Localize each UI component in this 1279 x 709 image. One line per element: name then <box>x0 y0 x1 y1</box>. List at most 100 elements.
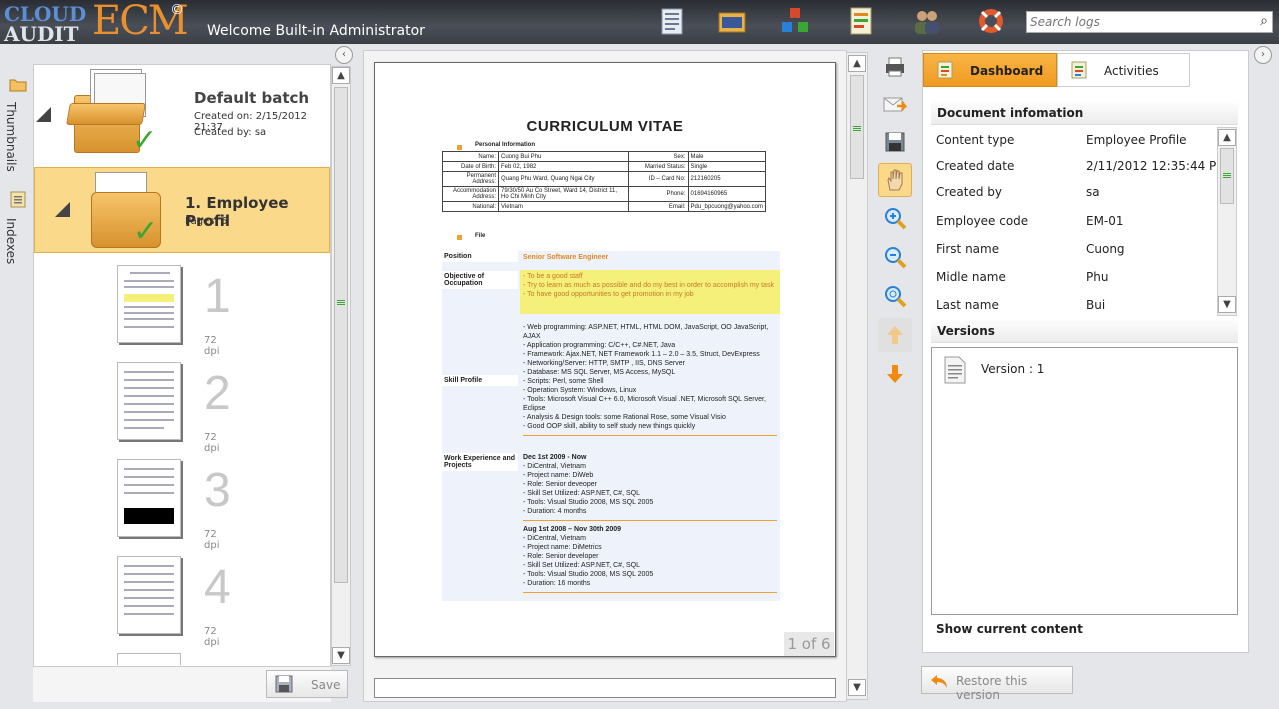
expand-triangle-icon[interactable] <box>55 202 70 217</box>
zoom-out-icon[interactable] <box>878 240 912 274</box>
previous-page-arrow-icon[interactable] <box>878 318 912 352</box>
save-disk-icon[interactable] <box>878 125 912 159</box>
print-icon[interactable] <box>878 50 912 84</box>
scroll-down-icon[interactable]: ▼ <box>1218 296 1236 313</box>
page-number: 3 <box>204 464 231 517</box>
restore-version-button[interactable]: Restore this version <box>921 666 1073 702</box>
thumbnail-image[interactable] <box>117 362 181 440</box>
cv-skills: - Web programming: ASP.NET, HTML, HTML D… <box>520 321 780 442</box>
cv-line: - Scripts: Perl, some Shell <box>523 378 604 385</box>
prop-label: First name <box>936 242 1000 256</box>
batch-item[interactable]: ✓ Default batch Created on: 2/15/2012 21… <box>34 65 330 167</box>
cv-line: - Tools: Microsoft Visual C++ 6.0, Micro… <box>523 396 766 412</box>
next-page-edge <box>374 678 836 698</box>
batch-title: Default batch <box>194 89 310 107</box>
scroll-down-icon[interactable]: ▼ <box>332 647 350 664</box>
prop-value: sa <box>1086 185 1100 199</box>
cv-line: - Application programming: C/C++, C#.NET… <box>523 342 676 349</box>
cv-skill-label: Skill Profile <box>442 375 518 386</box>
cv-work: Dec 1st 2009 - Now - DiCentral, Vietnam … <box>520 451 780 599</box>
search-icon[interactable]: ⌕ <box>1260 13 1268 29</box>
document-item-selected[interactable]: ✓ 1. Employee Profil Pages: 6 <box>34 167 330 253</box>
scroll-thumb[interactable] <box>850 75 864 179</box>
zoom-fit-icon[interactable] <box>878 279 912 313</box>
next-page-arrow-icon[interactable] <box>878 357 912 391</box>
viewer-scrollbar[interactable]: ▲ ▼ <box>846 52 868 700</box>
bullet-icon <box>457 145 462 150</box>
documents-icon[interactable] <box>657 6 687 36</box>
thumbnail-scrollbar[interactable]: ▲ ▼ <box>331 66 351 666</box>
prop-value: 2/11/2012 12:35:44 PM <box>1086 159 1227 173</box>
cv-value: 79/30/50 Au Co Street, Ward 14, District… <box>498 186 629 202</box>
cv-work-label: Work Experience and Projects <box>442 453 518 471</box>
properties-scrollbar[interactable]: ▲ ▼ <box>1217 127 1237 316</box>
document-page[interactable]: CURRICULUM VITAE Personal Information Na… <box>374 62 836 657</box>
scroll-up-icon[interactable]: ▲ <box>1218 129 1236 146</box>
thumbnail-image-partial[interactable] <box>117 653 181 665</box>
prop-label: Employee code <box>936 214 1029 228</box>
cv-label: Date of Birth: <box>442 161 499 172</box>
cv-title: CURRICULUM VITAE <box>526 118 684 135</box>
cv-line: - Framework: Ajax.NET, NET Framework 1.1… <box>523 351 760 358</box>
scroll-up-icon[interactable]: ▲ <box>848 55 866 72</box>
cv-label: Accommodation Address: <box>442 186 499 202</box>
thumbnail-image[interactable] <box>117 556 181 634</box>
page-number: 1 <box>204 270 231 323</box>
collapse-left-icon[interactable]: ‹ <box>335 46 353 64</box>
scroll-thumb[interactable] <box>334 87 348 583</box>
cv-value: 01694160965 <box>687 186 767 202</box>
save-button[interactable]: Save <box>266 670 348 698</box>
scroll-down-icon[interactable]: ▼ <box>848 679 866 696</box>
show-current-content-link[interactable]: Show current content <box>936 622 1083 636</box>
thumbnail-image[interactable] <box>117 459 181 537</box>
cv-label: Sex: <box>627 151 689 162</box>
version-item[interactable]: Version : 1 <box>942 356 1142 384</box>
pan-hand-icon[interactable] <box>878 163 912 197</box>
help-lifebuoy-icon[interactable] <box>976 6 1006 36</box>
cv-label: Married Status: <box>627 161 689 172</box>
search-input[interactable] <box>1027 12 1247 32</box>
cv-line: - Skill Set Utilized: ASP.NET, C#, SQL <box>523 562 640 569</box>
scroll-thumb[interactable] <box>1220 148 1234 204</box>
workflow-icon[interactable] <box>780 6 810 36</box>
prop-value[interactable]: Bui <box>1086 298 1105 312</box>
users-icon[interactable] <box>912 6 942 36</box>
page-dpi: 72 dpi <box>204 626 220 648</box>
prop-value[interactable]: Phu <box>1086 270 1108 284</box>
cv-value: Vietnam <box>498 201 629 212</box>
zoom-in-icon[interactable] <box>878 201 912 235</box>
cv-line: - To have good opportunities to get prom… <box>523 291 694 298</box>
tab-dashboard[interactable]: Dashboard <box>923 53 1057 87</box>
thumbnail-image[interactable] <box>117 265 181 343</box>
reports-icon[interactable] <box>846 6 876 36</box>
batch-folder-icon[interactable] <box>717 6 747 36</box>
cv-position-label: Position <box>442 251 518 262</box>
cv-line: - Tools: Visual Studio 2008, MS SQL 2005 <box>523 499 654 506</box>
collapse-right-icon[interactable]: › <box>1254 46 1272 64</box>
expand-triangle-icon[interactable] <box>36 107 51 122</box>
cv-line: - Project name: DiWeb <box>523 472 594 479</box>
cv-value: Cuong Bui Phu <box>498 151 629 162</box>
tab-activities[interactable]: Activities <box>1057 53 1190 87</box>
page-number: 2 <box>204 367 231 420</box>
scroll-up-icon[interactable]: ▲ <box>332 67 350 84</box>
prop-value[interactable]: EM-01 <box>1086 214 1124 228</box>
send-email-icon[interactable] <box>878 88 912 122</box>
app-header: CLOUD AUDIT ECM © Welcome Built-in Admin… <box>0 0 1279 46</box>
prop-label: Content type <box>936 133 1015 147</box>
document-info-heading: Document infomation <box>931 100 1238 125</box>
version-label: Version : 1 <box>981 362 1045 376</box>
thumbnail-panel: ✓ Default batch Created on: 2/15/2012 21… <box>33 64 331 702</box>
bullet-icon <box>457 235 462 240</box>
cv-line: - Good OOP skill, ability to self study … <box>523 423 696 430</box>
search-logs-box[interactable]: ⌕ <box>1026 11 1273 33</box>
cv-value: Pdu_bpcuong@yahoo.com <box>687 201 767 212</box>
cv-line: - DiCentral, Vietnam <box>523 463 586 470</box>
dashboard-icon <box>937 61 953 79</box>
cv-label: Permanent Address: <box>442 171 499 187</box>
cv-section-file: File <box>475 233 486 239</box>
welcome-text: Welcome Built-in Administrator <box>207 23 425 39</box>
prop-value[interactable]: Cuong <box>1086 242 1125 256</box>
personal-info-table: Name: Cuong Bui Phu Sex: Male Date of Birth… <box>442 151 767 212</box>
cv-objective-label: Objective of Occupation <box>442 271 518 289</box>
